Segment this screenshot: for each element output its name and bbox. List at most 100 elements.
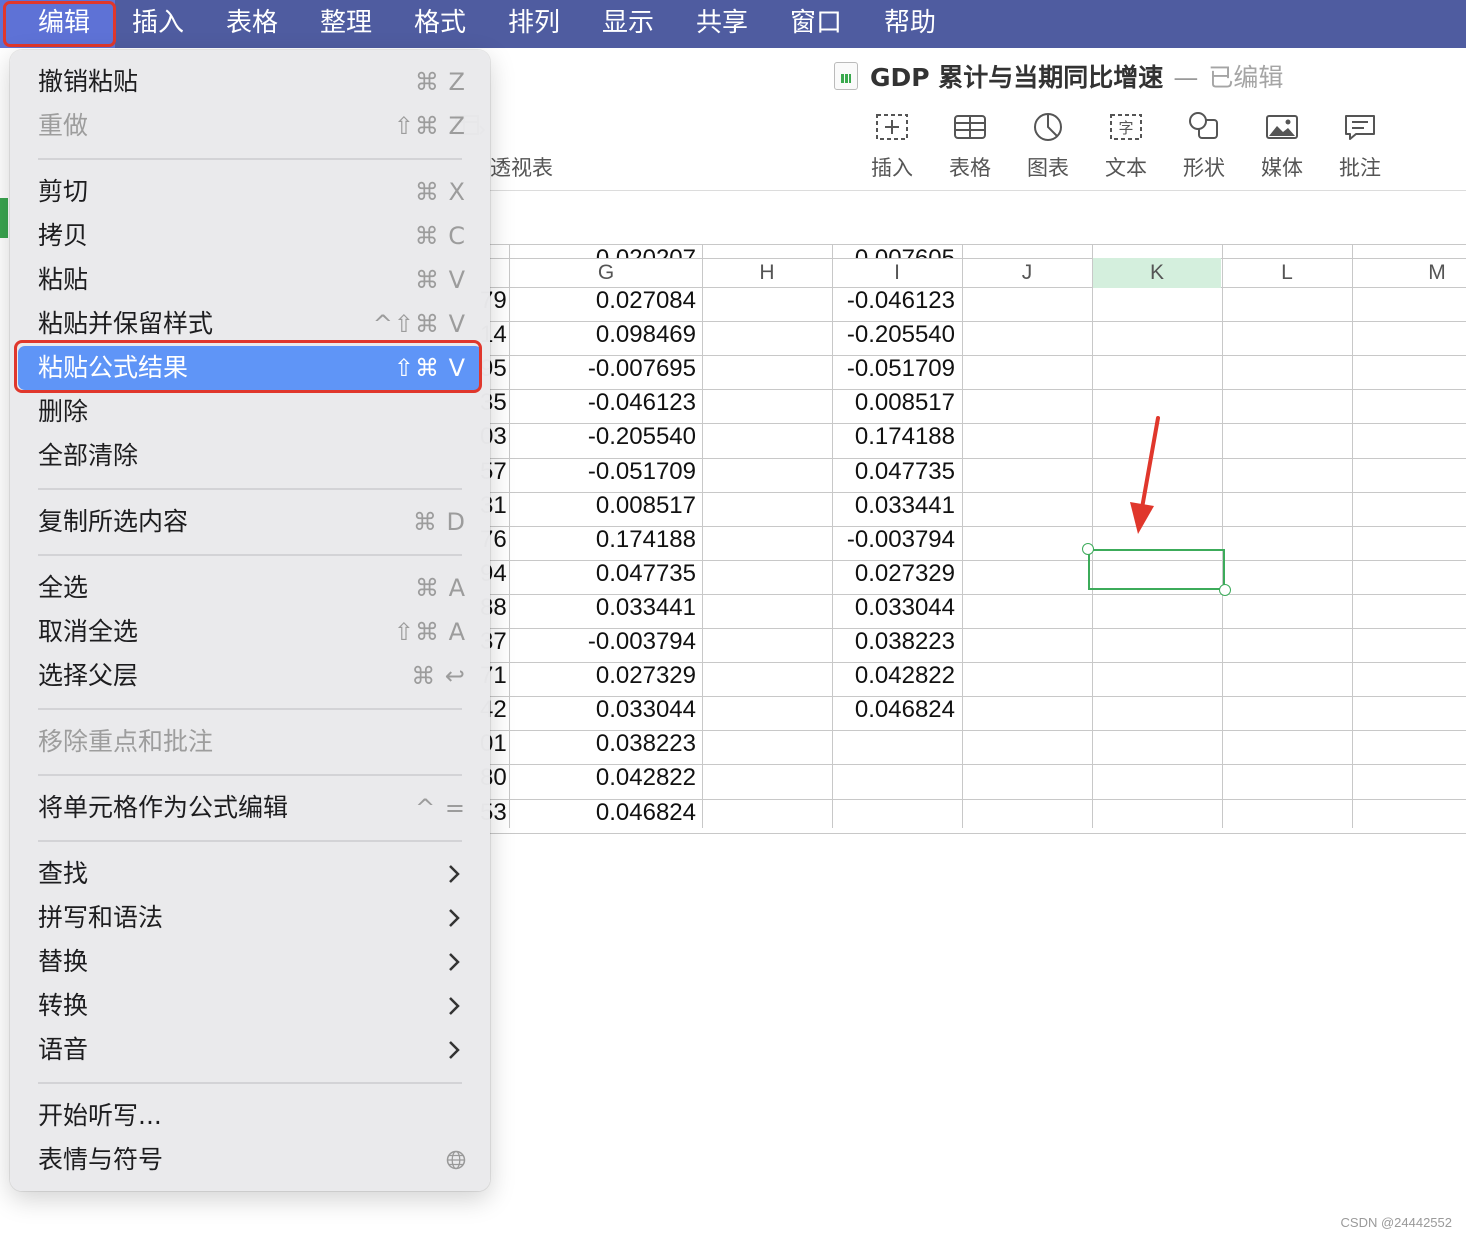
cell-g[interactable]: 0.027084 <box>510 284 702 318</box>
cell-i[interactable]: 0.174188 <box>833 420 961 454</box>
menu-item-select-all[interactable]: 全选 ⌘ A <box>18 566 482 610</box>
menu-item-label: 表情与符号 <box>38 1145 164 1174</box>
toolbar-media-button[interactable]: 媒体 <box>1245 108 1319 182</box>
window-title: GDP 累计与当期同比增速 — 已编辑 <box>834 60 1283 96</box>
column-header-h[interactable]: H <box>703 258 831 288</box>
menu-item-deselect-all[interactable]: 取消全选 ⇧⌘ A <box>18 610 482 654</box>
menu-item-delete[interactable]: 删除 <box>18 390 482 434</box>
column-header-j[interactable]: J <box>963 258 1091 288</box>
cell-i[interactable] <box>833 761 961 795</box>
cell-i[interactable]: 0.038223 <box>833 625 961 659</box>
menu-format[interactable]: 格式 <box>414 0 466 48</box>
cell-i[interactable]: 0.027329 <box>833 557 961 591</box>
menu-item-edit-cell-as-formula[interactable]: 将单元格作为公式编辑 ^ = <box>18 786 482 830</box>
menu-item-label: 复制所选内容 <box>38 507 189 536</box>
menu-item-redo: 重做 ⇧⌘ Z <box>18 104 482 148</box>
menu-item-select-parent[interactable]: 选择父层 ⌘ ↩ <box>18 654 482 698</box>
column-header-k[interactable]: K <box>1093 258 1221 288</box>
cell-i[interactable]: -0.051709 <box>833 352 961 386</box>
toolbar-table-button[interactable]: 表格 <box>933 108 1007 182</box>
menu-organize[interactable]: 整理 <box>320 0 372 48</box>
grid-vertical-line <box>1222 244 1223 828</box>
sheet-tab-fragment[interactable] <box>0 198 8 238</box>
shortcut-label: ⌘ D <box>412 508 466 536</box>
shortcut-label: ⌘ ↩ <box>411 662 466 690</box>
cell-g[interactable]: 0.033044 <box>510 693 702 727</box>
shortcut-label: ⌘ X <box>414 178 466 206</box>
toolbar-insert-button[interactable]: 插入 <box>855 108 929 182</box>
shortcut-label: ⌘ Z <box>414 68 466 96</box>
menu-item-undo-paste[interactable]: 撤销粘贴 ⌘ Z <box>18 60 482 104</box>
selection-handle-bottom-right[interactable] <box>1219 584 1231 596</box>
cell-i[interactable]: 0.008517 <box>833 386 961 420</box>
cell-i[interactable]: 0.047735 <box>833 455 961 489</box>
cell-g[interactable]: 0.042822 <box>510 761 702 795</box>
cell-i[interactable]: 0.033441 <box>833 489 961 523</box>
grid-vertical-line <box>962 244 963 828</box>
cell-i[interactable]: -0.003794 <box>833 523 961 557</box>
menu-item-spelling-grammar[interactable]: 拼写和语法 <box>18 896 482 940</box>
cell-g[interactable]: 0.008517 <box>510 489 702 523</box>
cell-i[interactable]: -0.205540 <box>833 318 961 352</box>
grid-horizontal-line <box>490 833 1466 834</box>
toolbar-chart-button[interactable]: 图表 <box>1011 108 1085 182</box>
selection-handle-top-left[interactable] <box>1082 543 1094 555</box>
cell-i[interactable] <box>833 727 961 761</box>
menu-item-paste[interactable]: 粘贴 ⌘ V <box>18 258 482 302</box>
toolbar-comment-button[interactable]: 批注 <box>1323 108 1397 182</box>
menu-item-emoji-symbols[interactable]: 表情与符号 <box>18 1138 482 1182</box>
toolbar-insert-label: 插入 <box>871 156 913 180</box>
shortcut-label: ⌘ A <box>414 574 466 602</box>
cell-g[interactable]: 0.174188 <box>510 523 702 557</box>
cell-g[interactable]: -0.046123 <box>510 386 702 420</box>
cell-g[interactable]: 0.038223 <box>510 727 702 761</box>
cell-g[interactable]: -0.007695 <box>510 352 702 386</box>
toolbar-text-button[interactable]: 字 文本 <box>1089 108 1163 182</box>
cell-i[interactable]: 0.033044 <box>833 591 961 625</box>
menu-share[interactable]: 共享 <box>696 0 748 48</box>
cell-i-partial[interactable]: 0.007605 <box>833 244 961 258</box>
cell-i[interactable] <box>833 796 961 830</box>
comment-icon <box>1345 115 1375 140</box>
menu-item-cut[interactable]: 剪切 ⌘ X <box>18 170 482 214</box>
cell-i[interactable]: 0.042822 <box>833 659 961 693</box>
cell-g[interactable]: 0.047735 <box>510 557 702 591</box>
toolbar-divider <box>490 190 1466 191</box>
menu-insert[interactable]: 插入 <box>132 0 184 48</box>
cell-g[interactable]: -0.003794 <box>510 625 702 659</box>
menu-arrange[interactable]: 排列 <box>508 0 560 48</box>
chevron-right-icon <box>449 997 460 1015</box>
menu-item-copy[interactable]: 拷贝 ⌘ C <box>18 214 482 258</box>
menu-item-duplicate-selection[interactable]: 复制所选内容 ⌘ D <box>18 500 482 544</box>
insert-icon <box>876 114 908 140</box>
menu-item-start-dictation[interactable]: 开始听写... <box>18 1094 482 1138</box>
cell-g[interactable]: 0.098469 <box>510 318 702 352</box>
menu-item-find[interactable]: 查找 <box>18 852 482 896</box>
cell-i[interactable]: -0.046123 <box>833 284 961 318</box>
numbers-document-icon <box>834 62 858 90</box>
menu-view[interactable]: 显示 <box>602 0 654 48</box>
toolbar-shape-button[interactable]: 形状 <box>1167 108 1241 182</box>
menu-item-transformations[interactable]: 转换 <box>18 984 482 1028</box>
cell-g[interactable]: -0.051709 <box>510 455 702 489</box>
menu-separator <box>38 158 462 160</box>
column-header-l[interactable]: L <box>1223 258 1351 288</box>
menu-item-label: 拼写和语法 <box>38 903 164 932</box>
menu-item-speech[interactable]: 语音 <box>18 1028 482 1072</box>
cell-g-partial[interactable]: 0.020207 <box>510 244 702 258</box>
menu-separator <box>38 488 462 490</box>
menu-window[interactable]: 窗口 <box>790 0 842 48</box>
toolbar-shape-label: 形状 <box>1183 156 1225 180</box>
menu-help[interactable]: 帮助 <box>884 0 936 48</box>
menu-item-clear-all[interactable]: 全部清除 <box>18 434 482 478</box>
cell-i[interactable]: 0.046824 <box>833 693 961 727</box>
cell-g[interactable]: 0.046824 <box>510 796 702 830</box>
menu-table[interactable]: 表格 <box>226 0 278 48</box>
column-header-m[interactable]: M <box>1353 258 1466 288</box>
cell-g[interactable]: -0.205540 <box>510 420 702 454</box>
selected-cell-k9[interactable] <box>1088 549 1225 590</box>
document-title[interactable]: GDP 累计与当期同比增速 <box>870 63 1163 92</box>
cell-g[interactable]: 0.033441 <box>510 591 702 625</box>
menu-item-substitutions[interactable]: 替换 <box>18 940 482 984</box>
cell-g[interactable]: 0.027329 <box>510 659 702 693</box>
